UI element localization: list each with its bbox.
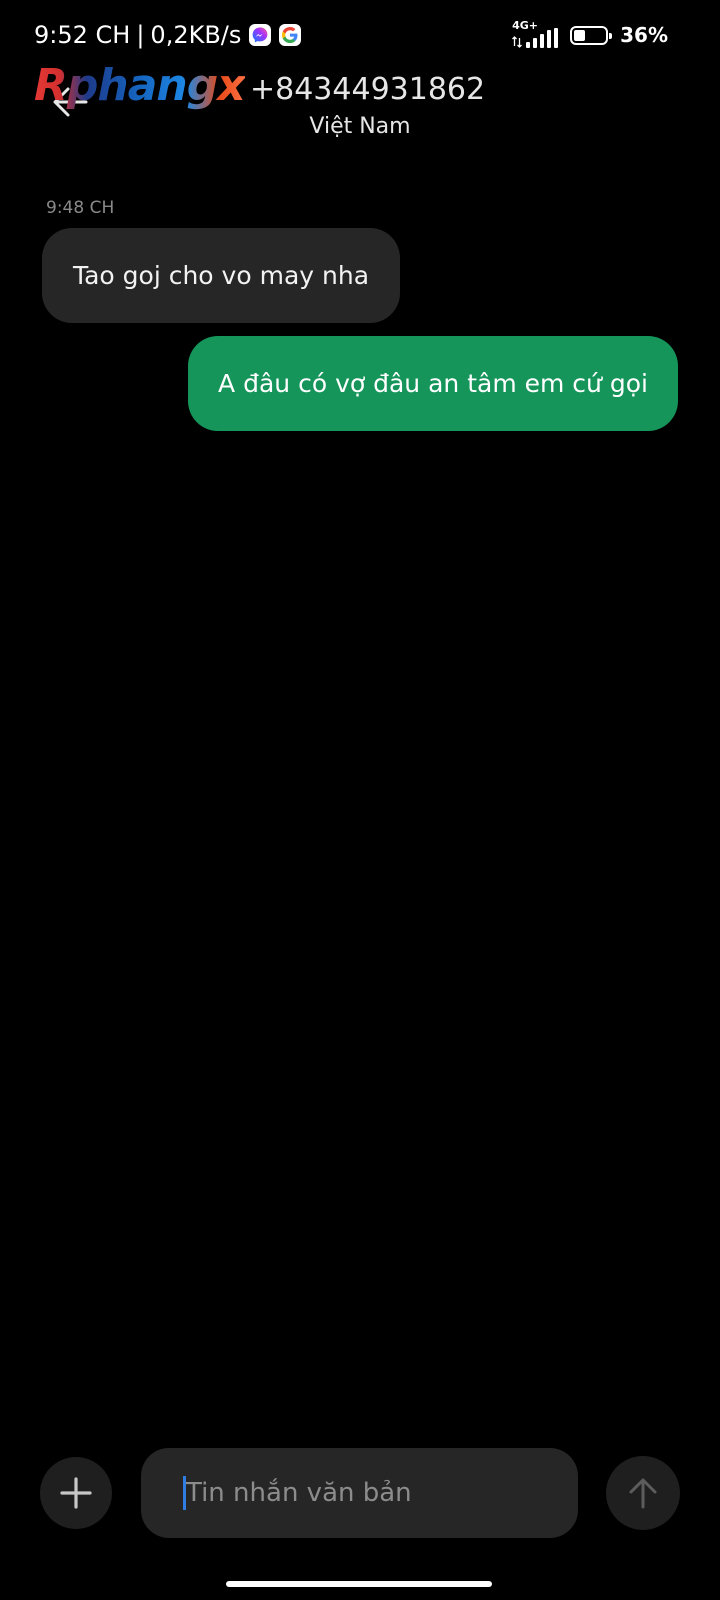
message-text: A đâu có vợ đâu an tâm em cứ gọi <box>218 369 648 398</box>
battery-icon <box>570 25 613 45</box>
status-right: 4G+ 36% <box>512 19 668 50</box>
arrow-up-icon <box>629 1478 657 1509</box>
battery-percent: 36% <box>620 23 668 47</box>
watermark-logo: Rphangx <box>34 60 246 111</box>
plus-icon <box>60 1477 92 1509</box>
send-button[interactable] <box>606 1456 680 1530</box>
message-text: Tao goj cho vo may nha <box>72 261 370 290</box>
conversation-header: Rphangx +84344931862 Việt Nam <box>0 60 720 150</box>
contact-number[interactable]: +84344931862 <box>250 70 485 110</box>
messenger-icon <box>249 24 272 46</box>
message-timestamp: 9:48 CH <box>46 198 115 218</box>
message-input-placeholder: Tin nhắn văn bản <box>186 1478 412 1508</box>
home-indicator[interactable] <box>226 1581 492 1587</box>
google-icon <box>279 24 302 46</box>
message-input[interactable]: Tin nhắn văn bản <box>141 1448 578 1538</box>
signal-bars-icon <box>526 28 559 48</box>
add-attachment-button[interactable] <box>40 1457 112 1529</box>
status-separator: | <box>136 21 145 49</box>
signal-indicator: 4G+ <box>512 19 562 50</box>
incoming-message-bubble[interactable]: Tao goj cho vo may nha <box>42 228 400 323</box>
outgoing-message-bubble[interactable]: A đâu có vợ đâu an tâm em cứ gọi <box>188 336 678 431</box>
contact-country: Việt Nam <box>309 114 411 139</box>
network-speed: 0,2KB/s <box>150 21 242 49</box>
data-transfer-icon <box>512 36 523 48</box>
status-left: 9:52 CH | 0,2KB/s <box>34 20 302 50</box>
status-time: 9:52 CH <box>34 21 131 49</box>
battery-fill <box>574 29 585 41</box>
